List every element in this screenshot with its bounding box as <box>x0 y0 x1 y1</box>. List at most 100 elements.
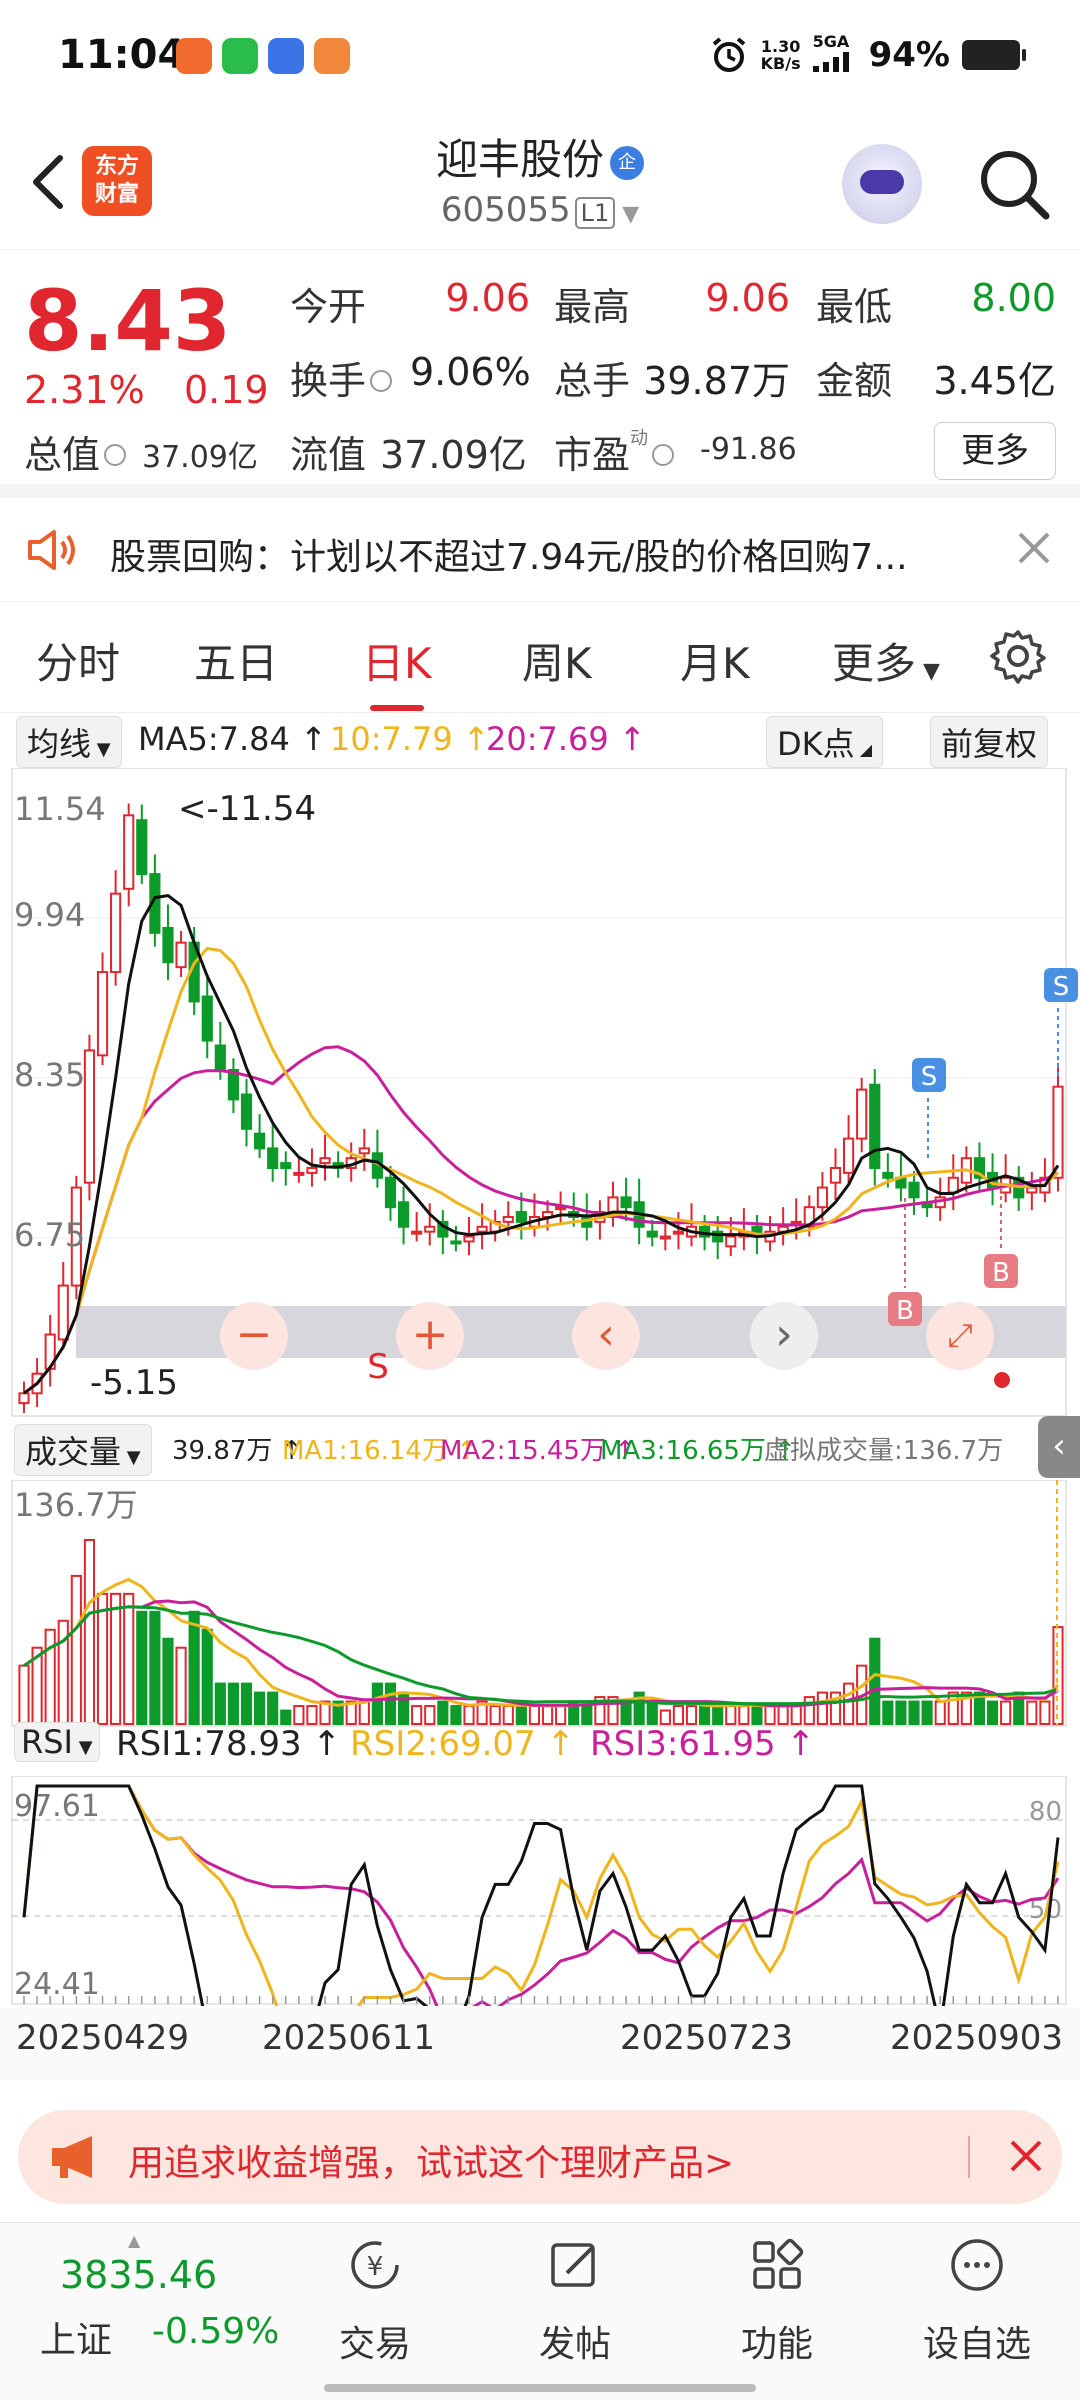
float-value: 37.09亿 <box>380 433 527 477</box>
high-label: 最高 <box>554 285 631 329</box>
turnover-label: 换手 <box>290 350 396 405</box>
volume-bar <box>515 1705 527 1726</box>
volume-bar <box>528 1705 541 1726</box>
buyback-notice[interactable]: 股票回购：计划以不超过7.94元/股的价格回购7... <box>0 498 1080 602</box>
amount-label: 金额 <box>816 359 893 403</box>
candle-body <box>1052 1085 1064 1179</box>
bottom-navigation: ▲ 3835.46 上证 -0.59% ¥ 交易 发帖 功能 设自选 <box>0 2222 1080 2400</box>
fullscreen-button[interactable]: ⤢ <box>926 1302 994 1370</box>
signal-icon <box>812 52 849 72</box>
candle-body <box>725 1235 737 1248</box>
sell-signal: S <box>1044 968 1078 1078</box>
candle-body <box>424 1225 436 1233</box>
candle-body <box>240 1093 253 1130</box>
sell-signal: S <box>912 1058 946 1158</box>
nav-post[interactable]: 发帖 <box>510 2235 640 2367</box>
max-price-marker: <-11.54 <box>178 789 316 829</box>
dk-point-button[interactable]: DK点 ◢ <box>766 716 884 768</box>
volume-bar <box>869 1637 881 1725</box>
collapse-panel-button[interactable]: ‹ <box>1038 1416 1080 1478</box>
volume-bar <box>175 1646 187 1726</box>
tab-weekly-k[interactable]: 周K <box>522 630 592 691</box>
ma-select[interactable]: 均线 ▼ <box>16 716 122 768</box>
index-value[interactable]: 3835.46 <box>60 2253 217 2297</box>
index-change[interactable]: -0.59% <box>152 2311 279 2352</box>
assistant-robot-avatar[interactable] <box>842 144 922 224</box>
promo-text: 用追求收益增强，试试这个理财产品> <box>128 2143 735 2184</box>
gear-icon[interactable] <box>990 628 1046 684</box>
volume-bar <box>123 1592 135 1726</box>
volume-bar <box>895 1700 907 1725</box>
zoom-in-button[interactable]: + <box>396 1302 464 1370</box>
candle-body <box>397 1201 410 1228</box>
candle-body <box>175 941 187 969</box>
battery-percent: 94% <box>868 34 950 75</box>
candle-body <box>829 1166 842 1184</box>
nav-functions[interactable]: 功能 <box>712 2235 842 2367</box>
stock-header: 东方财富 迎丰股份企 605055 L1 ▼ <box>0 110 1080 250</box>
alarm-icon <box>712 36 745 72</box>
amount-value: 3.45亿 <box>933 359 1056 403</box>
tab-more[interactable]: 更多 ▼ <box>832 630 940 691</box>
volume-bar <box>293 1705 305 1726</box>
rsi1-legend: RSI1:78.93 ↑ <box>116 1724 341 1764</box>
zoom-out-button[interactable]: − <box>220 1302 288 1370</box>
trade-yen-icon: ¥ <box>351 2241 399 2289</box>
candle-body <box>856 1088 868 1140</box>
nav-add-watchlist[interactable]: 设自选 <box>912 2235 1042 2367</box>
candle-body <box>1026 1186 1038 1194</box>
volume-select[interactable]: 成交量 ▼ <box>14 1424 152 1476</box>
close-icon[interactable] <box>1006 2136 1046 2176</box>
tab-monthly-k[interactable]: 月K <box>680 630 750 691</box>
svg-text:¥: ¥ <box>367 2252 384 2282</box>
volume-bar <box>1000 1700 1012 1725</box>
candle-body <box>502 1215 514 1223</box>
svg-text:B: B <box>896 1296 914 1326</box>
tab-intraday[interactable]: 分时 <box>36 630 120 691</box>
index-name[interactable]: 上证 <box>40 2311 112 2363</box>
volume-bar <box>44 1628 56 1726</box>
volume-bar <box>411 1705 423 1726</box>
volume-bar <box>424 1705 436 1726</box>
rsi-select[interactable]: RSI ▼ <box>14 1722 100 1762</box>
volume-bar <box>685 1705 698 1726</box>
net-speed: 1.30 KB/s <box>760 36 801 73</box>
nav-trade[interactable]: ¥ 交易 <box>310 2235 440 2367</box>
volume-bar <box>136 1610 148 1725</box>
candle-body <box>816 1186 828 1209</box>
volume-bar <box>725 1705 737 1726</box>
scroll-right-button[interactable]: › <box>750 1302 818 1370</box>
candle-body <box>463 1235 475 1243</box>
mktcap-value: 37.09亿 <box>142 440 258 475</box>
candle-body <box>162 926 174 964</box>
candle-body <box>254 1132 266 1150</box>
status-bar: 11:04 1.30 KB/s 5GA 94% <box>0 0 1080 110</box>
volume-max-label: 136.7万 <box>14 1486 138 1524</box>
candle-body <box>136 819 148 876</box>
volume-bar <box>555 1705 567 1726</box>
volume-bar <box>384 1682 397 1725</box>
period-tabs: 分时 五日 日K 周K 月K 更多 ▼ <box>0 602 1080 712</box>
volume-bar <box>816 1691 828 1726</box>
search-icon[interactable] <box>976 146 1052 222</box>
pe-value: -91.86 <box>700 432 797 467</box>
float-label: 流值 <box>290 433 367 477</box>
candlestick-chart[interactable]: 11.54 9.94 8.35 6.75 <-11.54 -5.15 S S B… <box>0 768 1080 1418</box>
tab-five-day[interactable]: 五日 <box>194 630 278 691</box>
scroll-left-button[interactable]: ‹ <box>572 1302 640 1370</box>
tab-daily-k[interactable]: 日K <box>362 630 432 711</box>
kline-chart-panel[interactable]: 均线 ▼ MA5:7.84 ↑ 10:7.79 ↑ 20:7.69 ↑ DK点 … <box>0 712 1080 2088</box>
promo-banner[interactable]: 用追求收益增强，试试这个理财产品> <box>18 2110 1062 2204</box>
volume-bar <box>96 1592 109 1726</box>
volume-bar <box>306 1705 318 1726</box>
adjust-button[interactable]: 前复权 <box>930 716 1049 768</box>
candle-body <box>319 1157 331 1165</box>
close-icon[interactable] <box>1016 530 1052 566</box>
more-button[interactable]: 更多 <box>934 422 1056 480</box>
x-date: 20250611 <box>262 2018 436 2058</box>
volume-bar <box>110 1592 122 1726</box>
divider <box>968 2136 970 2178</box>
volume-bar <box>882 1700 894 1725</box>
volume-bar <box>371 1682 383 1725</box>
grid-icon <box>753 2238 804 2289</box>
